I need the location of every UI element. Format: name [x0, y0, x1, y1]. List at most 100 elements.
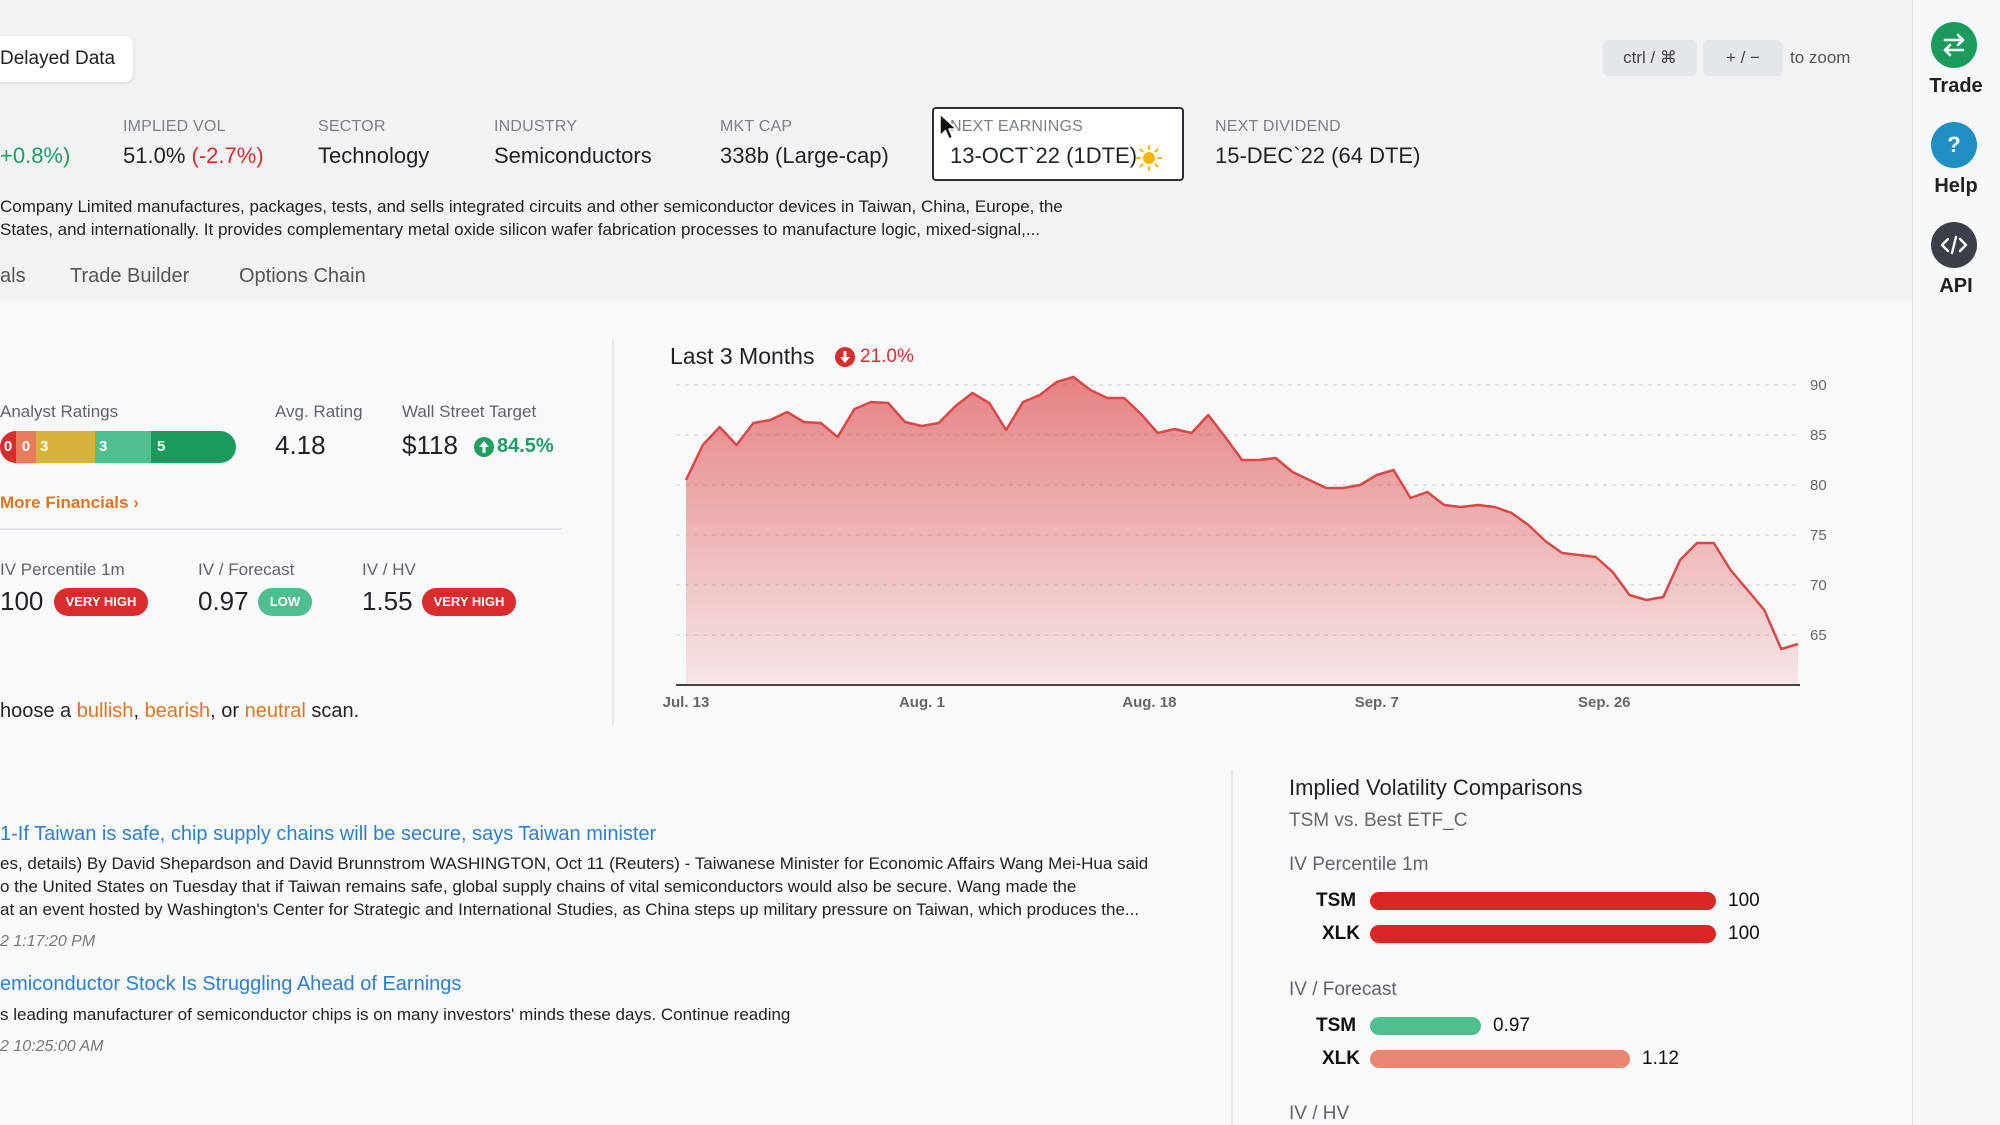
sun-icon	[1136, 145, 1162, 171]
more-financials-label: More Financials	[0, 493, 129, 512]
vertical-divider	[1231, 770, 1233, 1125]
iv-group-label: IV / Forecast	[1289, 979, 1397, 1000]
mktcap-value: 338b (Large-cap)	[720, 143, 889, 168]
implied-vol-change: (-2.7%)	[191, 143, 264, 168]
iv-hv-value: 1.55	[362, 586, 413, 616]
ticker-label: TSM	[1316, 1015, 1357, 1036]
comparison-value: 100	[1728, 923, 1760, 944]
scan-separator: ,	[133, 700, 145, 722]
description-line: Company Limited manufactures, packages, …	[0, 197, 1063, 216]
bearish-scan-link[interactable]: bearish	[145, 700, 211, 722]
iv-percentile-value: 100	[0, 586, 44, 616]
analyst-ratings-label: Analyst Ratings	[0, 402, 119, 421]
news-body-line: o the United States on Tuesday that if T…	[0, 877, 1077, 896]
price-chart[interactable]: 90 85 80 75 70 65 Jul. 13 Aug. 1 Aug. 18 Sep. 7 S…	[640, 370, 1840, 725]
news-title-link[interactable]: emiconductor Stock Is Struggling Ahead o…	[0, 973, 461, 996]
iv-comparisons-subtitle: TSM vs. Best ETF_C	[1289, 810, 1468, 831]
mouse-cursor-icon	[939, 113, 958, 140]
wall-street-target-label: Wall Street Target	[402, 402, 537, 421]
chevron-right-icon: ›	[133, 493, 139, 512]
zoom-modifier-key: ctrl / ⌘	[1603, 40, 1697, 76]
news-body-line: es, details) By David Shepardson and Dav…	[0, 854, 1149, 873]
news-body-line: s leading manufacturer of semiconductor …	[0, 1005, 791, 1024]
rating-buy: 3	[95, 431, 151, 463]
comparison-bar	[1370, 1017, 1481, 1035]
tab-trade-builder[interactable]: Trade Builder	[70, 265, 189, 288]
delayed-data-badge[interactable]: Delayed Data	[0, 36, 134, 82]
industry-label: INDUSTRY	[494, 118, 578, 135]
iv-forecast-badge: LOW	[258, 588, 312, 616]
iv-group-label: IV / HV	[1289, 1103, 1350, 1124]
tab-options-chain[interactable]: Options Chain	[239, 265, 366, 288]
dividend-value: 15-DEC`22 (64 DTE)	[1215, 143, 1421, 168]
x-tick-label: Aug. 18	[1122, 694, 1176, 711]
section-divider	[0, 528, 562, 530]
comparison-bar	[1370, 1050, 1630, 1068]
description-line: States, and internationally. It provides…	[0, 220, 1041, 239]
x-tick-label: Jul. 13	[663, 694, 710, 711]
y-tick-label: 90	[1810, 377, 1827, 394]
implied-vol-value: 51.0% (-2.7%)	[123, 143, 264, 169]
more-financials-link[interactable]: More Financials ›	[0, 493, 139, 513]
comparison-bar	[1370, 892, 1716, 910]
x-tick-label: Aug. 1	[899, 694, 945, 711]
wall-street-target-value: $118	[402, 430, 458, 460]
x-tick-label: Sep. 26	[1578, 694, 1631, 711]
api-button[interactable]	[1931, 222, 1977, 268]
help-label[interactable]: Help	[1912, 175, 2000, 198]
y-tick-label: 80	[1810, 477, 1827, 494]
company-description: Company Limited manufactures, packages, …	[0, 195, 1140, 241]
chart-change: 21.0%	[860, 346, 914, 367]
help-button[interactable]: ?	[1931, 122, 1977, 168]
iv-forecast-label: IV / Forecast	[198, 560, 295, 579]
iv-percentile-label: IV Percentile 1m	[0, 560, 125, 579]
analyst-ratings-bar: 0 0 3 3 5	[0, 431, 236, 463]
zoom-plus-minus-key: + / −	[1703, 40, 1783, 76]
tab-fundamentals[interactable]: als	[0, 265, 26, 288]
rating-hold: 3	[36, 431, 95, 463]
price-area	[686, 377, 1798, 685]
right-sidebar	[1912, 0, 2000, 1125]
y-tick-label: 85	[1810, 427, 1827, 444]
bullish-scan-link[interactable]: bullish	[77, 700, 134, 722]
comparison-value: 100	[1728, 890, 1760, 911]
comparison-value: 1.12	[1642, 1048, 1679, 1069]
api-label[interactable]: API	[1912, 275, 2000, 298]
iv-percentile-badge: VERY HIGH	[54, 588, 148, 616]
implied-vol-number: 51.0%	[123, 143, 186, 168]
trade-button[interactable]	[1931, 22, 1977, 68]
scan-prompt: hoose a bullish, bearish, or neutral sca…	[0, 700, 359, 723]
news-timestamp: 2 1:17:20 PM	[0, 933, 96, 950]
iv-forecast-value: 0.97	[198, 586, 249, 616]
arrow-down-circle-icon	[835, 347, 855, 367]
iv-group-label: IV Percentile 1m	[1289, 854, 1429, 875]
trade-label[interactable]: Trade	[1912, 75, 2000, 98]
y-tick-label: 65	[1810, 627, 1827, 644]
news-title-link[interactable]: 1-If Taiwan is safe, chip supply chains …	[0, 823, 656, 846]
rating-sell: 0	[16, 431, 36, 463]
ticker-label: TSM	[1316, 890, 1357, 911]
chart-title: Last 3 Months	[670, 343, 815, 369]
x-tick-label: Sep. 7	[1355, 694, 1399, 711]
ticker-label: XLK	[1322, 923, 1360, 944]
question-mark-icon: ?	[1947, 132, 1961, 157]
news-body-line: at an event hosted by Washington's Cente…	[0, 900, 1140, 919]
price-change: +0.8%)	[0, 143, 71, 168]
rating-strong-buy: 5	[151, 431, 236, 463]
arrow-up-circle-icon	[474, 437, 494, 457]
wall-street-target-change: 84.5%	[497, 435, 554, 457]
avg-rating-value: 4.18	[275, 430, 326, 460]
news-body: s leading manufacturer of semiconductor …	[0, 1003, 1200, 1026]
industry-value: Semiconductors	[494, 143, 652, 168]
zoom-hint: to zoom	[1790, 48, 1851, 67]
sector-value: Technology	[318, 143, 430, 168]
iv-hv-label: IV / HV	[362, 560, 416, 579]
y-tick-label: 70	[1810, 577, 1827, 594]
comparison-bar	[1370, 925, 1716, 943]
iv-comparisons-title: Implied Volatility Comparisons	[1289, 775, 1583, 800]
swap-arrows-icon	[1943, 33, 1965, 57]
neutral-scan-link[interactable]: neutral	[245, 700, 306, 722]
scan-separator: , or	[210, 700, 245, 722]
dividend-label: NEXT DIVIDEND	[1215, 118, 1341, 135]
iv-hv-badge: VERY HIGH	[422, 588, 516, 616]
